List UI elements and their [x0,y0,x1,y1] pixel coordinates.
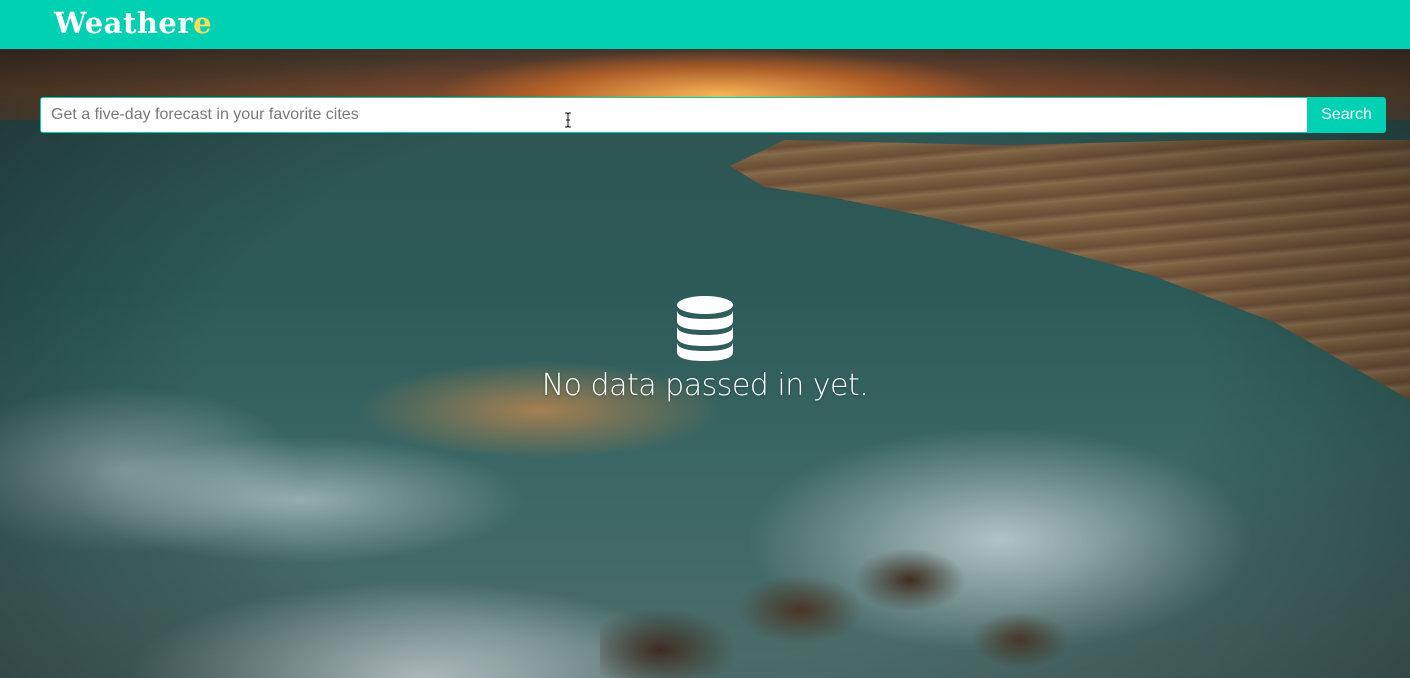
database-icon [677,296,733,361]
search-button[interactable]: Search [1307,97,1386,133]
top-navbar: Weathere [0,0,1410,49]
logo-accent-letter: e [193,6,213,40]
empty-state: No data passed in yet. [0,296,1410,403]
city-search-input[interactable] [40,97,1307,133]
page: Weathere Search No data passed in yet. [0,0,1410,678]
empty-state-message: No data passed in yet. [541,368,869,403]
search-bar: Search [40,97,1386,133]
logo-text: Weather [54,6,194,40]
app-logo[interactable]: Weathere [54,6,212,40]
text-cursor-icon [565,112,571,128]
